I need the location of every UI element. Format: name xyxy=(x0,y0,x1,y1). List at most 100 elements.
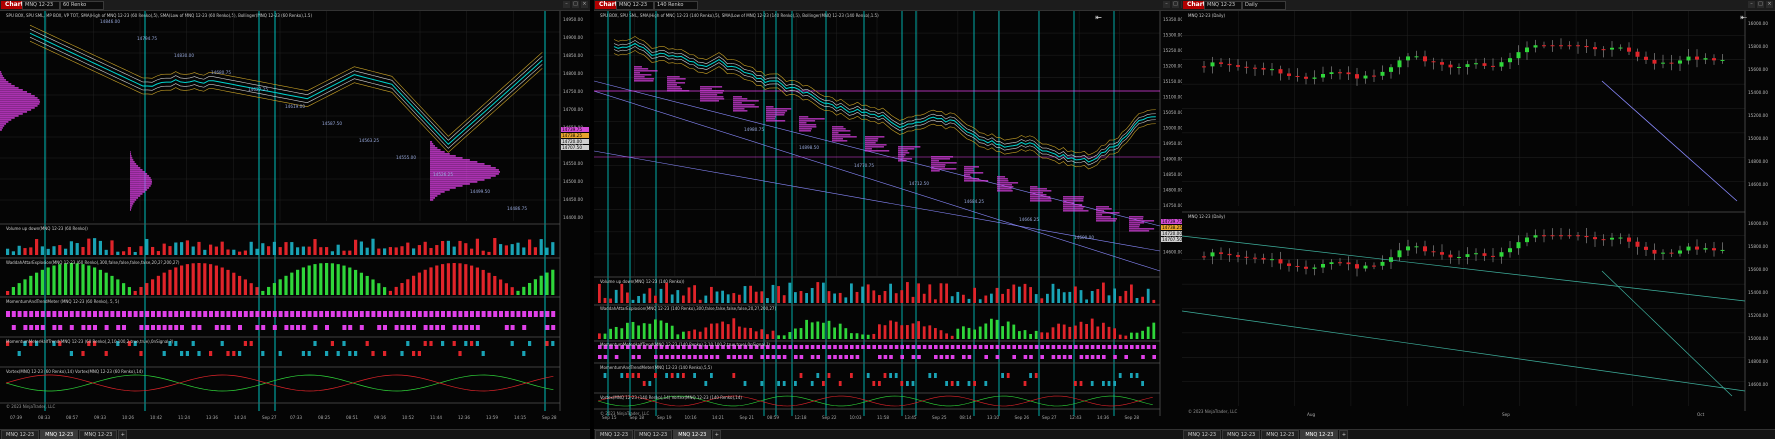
momentum-block xyxy=(261,311,266,317)
candle-top-body xyxy=(1686,56,1691,61)
momentum-block xyxy=(464,325,469,330)
level-label: 14684.25 xyxy=(964,199,984,204)
minimize-icon[interactable]: – xyxy=(1748,1,1755,8)
candle-top-body xyxy=(1542,45,1546,47)
candle-bottom-body xyxy=(1567,235,1572,237)
waddah-bar xyxy=(533,279,537,295)
volume-profile-bar xyxy=(865,140,878,142)
volume-profile-bar xyxy=(832,130,851,132)
waddah-bar xyxy=(81,264,85,295)
tab-mnq-3[interactable]: MNQ 12-23 xyxy=(1261,430,1300,439)
volume-profile-bar xyxy=(634,72,641,74)
volume-profile-bar xyxy=(130,173,148,175)
tab-mnq-2[interactable]: MNQ 12-23 xyxy=(634,430,673,439)
maximize-icon[interactable]: □ xyxy=(1757,1,1764,8)
volume-bar xyxy=(35,239,39,255)
momentum-block xyxy=(429,311,434,317)
halftrend-block xyxy=(715,355,720,359)
volume-bar xyxy=(850,283,853,303)
add-tab-button[interactable]: + xyxy=(712,430,722,439)
volume-profile-bar xyxy=(1063,200,1084,202)
candle-top-body xyxy=(1304,76,1308,79)
halftrend-block xyxy=(878,355,882,359)
volume-bar xyxy=(272,241,276,255)
halftrend-bar xyxy=(475,341,479,346)
period-selector[interactable]: 60 Renko xyxy=(60,1,104,10)
volume-bar xyxy=(659,288,663,303)
waddah-bar xyxy=(866,334,870,339)
time-axis-label: 13:45 xyxy=(905,415,917,420)
level-label: 14666.25 xyxy=(1019,217,1039,222)
volume-profile-bar xyxy=(0,117,15,119)
tab-mnq-3[interactable]: MNQ 12-23 xyxy=(673,430,712,439)
momentum-bar xyxy=(704,381,708,386)
chart-plot-area[interactable]: 16000.00 16000.00 15800.00 15800.00 15600.00… xyxy=(1182,11,1775,429)
instrument-selector[interactable]: MNQ 12-23 xyxy=(1204,1,1242,10)
halftrend-block xyxy=(1079,355,1084,359)
minimize-icon[interactable]: – xyxy=(1163,1,1170,8)
tab-mnq-2[interactable]: MNQ 12-23 xyxy=(40,430,79,439)
chart-window-60-renko: Chart MNQ 12-23 60 Renko – □ × SPU BOX, … xyxy=(0,0,590,439)
volume-bar xyxy=(1068,291,1072,303)
tab-mnq-1[interactable]: MNQ 12-23 xyxy=(1,430,40,439)
instrument-selector[interactable]: MNQ 12-23 xyxy=(616,1,654,10)
time-axis-label: Sep 22 xyxy=(822,415,837,420)
level-label: 14619.00 xyxy=(285,104,305,109)
volume-bar xyxy=(11,251,15,255)
volume-profile-bar xyxy=(766,118,776,120)
time-axis-label: 13:36 xyxy=(206,415,218,420)
instrument-selector[interactable]: MNQ 12-23 xyxy=(22,1,60,10)
volume-bar xyxy=(928,284,932,303)
period-selector[interactable]: Daily xyxy=(1242,1,1286,10)
volume-bar xyxy=(69,241,73,255)
momentum-block xyxy=(197,311,202,317)
candle-bottom-body xyxy=(1295,265,1300,267)
waddah-bar xyxy=(11,287,15,295)
waddah-bar xyxy=(197,263,201,295)
momentum-block xyxy=(336,311,341,317)
halftrend-block xyxy=(962,345,966,349)
volume-profile-bar xyxy=(1129,218,1144,220)
halftrend-block xyxy=(928,345,932,349)
volume-bar xyxy=(452,246,456,255)
momentum-block xyxy=(470,311,474,317)
maximize-icon[interactable]: □ xyxy=(1172,1,1179,8)
volume-bar xyxy=(603,297,607,303)
minimize-icon[interactable]: – xyxy=(563,1,570,8)
waddah-bar xyxy=(220,267,224,295)
volume-profile-bar xyxy=(130,175,150,177)
volume-profile-bar xyxy=(700,90,724,92)
tab-mnq-1[interactable]: MNQ 12-23 xyxy=(1183,430,1222,439)
volume-bar xyxy=(1146,288,1150,303)
halftrend-block xyxy=(906,345,910,349)
price-axis-label: 14950.00 xyxy=(563,17,583,22)
halftrend-block xyxy=(614,355,619,359)
maximize-icon[interactable]: □ xyxy=(572,1,579,8)
tab-mnq-1[interactable]: MNQ 12-23 xyxy=(595,430,634,439)
close-icon[interactable]: × xyxy=(1766,1,1773,8)
tab-mnq-3[interactable]: MNQ 12-23 xyxy=(79,430,118,439)
waddah-bar xyxy=(29,275,33,295)
volume-profile-bar xyxy=(430,177,491,179)
waddah-bar xyxy=(75,263,79,295)
close-icon[interactable]: × xyxy=(581,1,588,8)
halftrend-block xyxy=(1012,345,1016,349)
volume-bar xyxy=(654,295,657,303)
volume-profile-bar xyxy=(634,70,658,72)
chart-plot-area[interactable]: 14950.00 14900.00 14850.00 14800.00 14750.00… xyxy=(0,11,590,429)
waddah-bar xyxy=(956,328,960,339)
waddah-bar xyxy=(238,275,242,295)
halftrend-block xyxy=(939,345,944,349)
add-tab-button[interactable]: + xyxy=(1339,430,1349,439)
panel-label-volume: Volume up down(MNQ 12-23 (140 Renko)) xyxy=(600,279,685,284)
waddah-bar xyxy=(104,272,108,295)
period-selector[interactable]: 140 Renko xyxy=(654,1,698,10)
waddah-bar xyxy=(1023,330,1027,339)
candle-top-body xyxy=(1287,73,1291,76)
tab-mnq-2[interactable]: MNQ 12-23 xyxy=(1222,430,1261,439)
volume-bar xyxy=(726,294,730,303)
candle-top-body xyxy=(1474,63,1478,65)
candle-top-body xyxy=(1525,47,1529,53)
add-tab-button[interactable]: + xyxy=(118,430,128,439)
tab-mnq-4[interactable]: MNQ 12-23 xyxy=(1300,430,1339,439)
